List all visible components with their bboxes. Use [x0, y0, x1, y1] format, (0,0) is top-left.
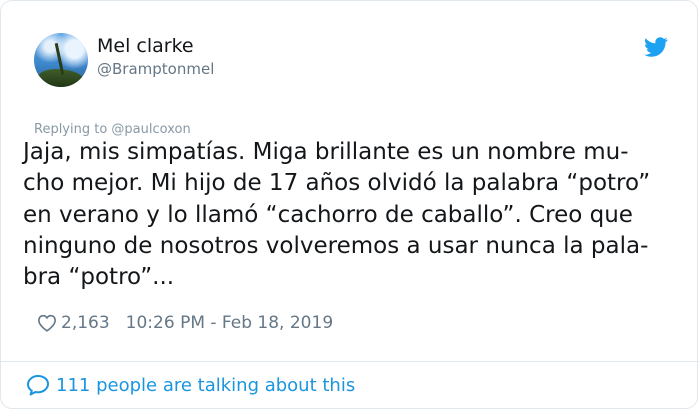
heart-outline-icon[interactable]: [37, 314, 57, 332]
tweet-card: Mel clarke @Bramptonmel Replying to @pau…: [0, 0, 699, 409]
conversation-link[interactable]: 111 people are talking about this: [26, 374, 355, 396]
tweet-text: Jaja, mis simpatías. Miga brillante es u…: [23, 137, 683, 293]
tweet-line: ninguno de nosotros volveremos a usar nu…: [23, 232, 649, 259]
user-name[interactable]: Mel clarke: [97, 35, 194, 57]
twitter-bird-icon[interactable]: [642, 35, 670, 59]
tweet-line: Jaja, mis simpatías. Miga brillante es u…: [23, 139, 629, 165]
tweet-line: bra “potro”...: [23, 264, 175, 291]
speech-bubble-icon: [27, 375, 49, 396]
like-count[interactable]: 2,163: [61, 313, 110, 333]
user-handle[interactable]: @Bramptonmel: [97, 60, 214, 78]
tweet-meta: 2,163 10:26 PM - Feb 18, 2019: [37, 313, 333, 333]
timestamp[interactable]: 10:26 PM - Feb 18, 2019: [126, 313, 333, 333]
talking-count-text: 111 people are talking about this: [56, 374, 356, 396]
divider: [1, 361, 699, 362]
avatar[interactable]: [34, 33, 88, 87]
tweet-line: en verano y lo llamó “cachorro de caball…: [23, 201, 633, 228]
reply-context[interactable]: Replying to @paulcoxon: [34, 122, 191, 137]
tweet-line: cho mejor. Mi hijo de 17 años olvidó la …: [23, 170, 651, 197]
